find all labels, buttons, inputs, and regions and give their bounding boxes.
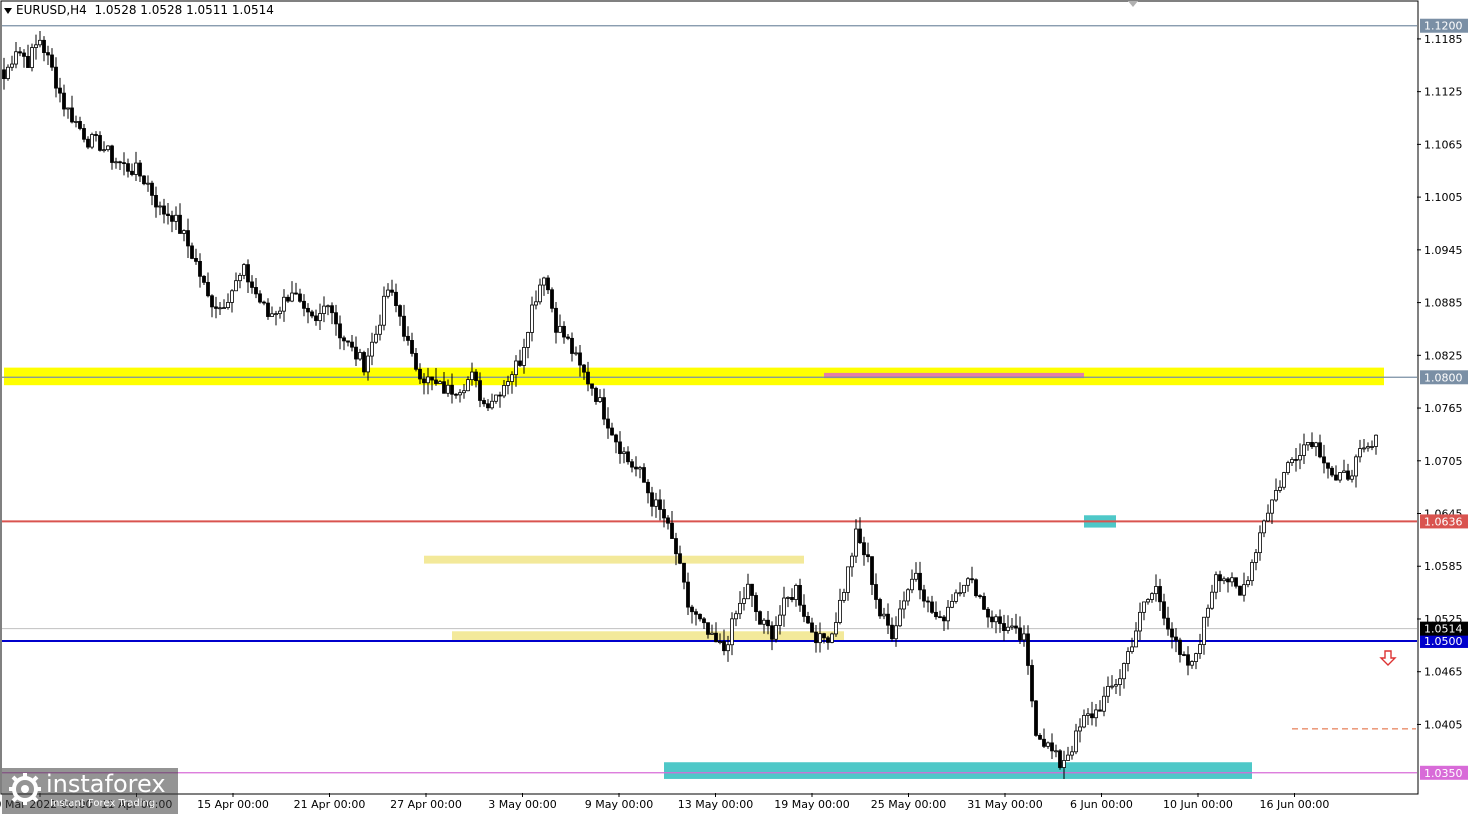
y-tick-label: 1.1185 (1424, 33, 1463, 46)
candle (974, 578, 978, 598)
x-tick-label: 13 May 00:00 (678, 798, 753, 811)
y-tick-label: 1.0825 (1424, 349, 1463, 362)
x-tick-label: 9 May 00:00 (585, 798, 653, 811)
x-tick-label: 27 Apr 00:00 (390, 798, 462, 811)
candle (1030, 659, 1034, 708)
candle (1238, 585, 1242, 596)
y-tick-label: 1.0705 (1424, 455, 1463, 468)
candle (758, 610, 762, 625)
candle (830, 632, 834, 644)
gear-logo-icon (9, 773, 41, 805)
brand-logo: instaforex Instant Forex Trading (2, 768, 178, 814)
candle (362, 350, 366, 376)
candle (30, 43, 34, 72)
plot-area (0, 0, 1419, 795)
candle (1282, 471, 1286, 490)
y-tick-label: 1.0765 (1424, 402, 1463, 415)
candle (550, 287, 554, 313)
price-tag-text: 1.1200 (1424, 20, 1463, 33)
x-tick-label: 3 May 00:00 (488, 798, 556, 811)
price-tag-text: 1.0800 (1424, 371, 1463, 384)
price-tag-text: 1.0636 (1424, 515, 1463, 528)
x-tick-label: 21 Apr 00:00 (294, 798, 366, 811)
candle (878, 597, 882, 619)
x-tick-label: 15 Apr 00:00 (197, 798, 269, 811)
y-tick-label: 1.1125 (1424, 86, 1463, 99)
price-tag-text: 1.0500 (1424, 635, 1463, 648)
x-tick-label: 10 Jun 00:00 (1163, 798, 1233, 811)
dropdown-triangle-icon[interactable] (4, 7, 12, 14)
y-tick-label: 1.0945 (1424, 244, 1463, 257)
x-tick-label: 25 May 00:00 (871, 798, 946, 811)
y-tick-label: 1.0405 (1424, 718, 1463, 731)
y-tick-label: 1.1005 (1424, 191, 1463, 204)
price-tag-text: 1.0350 (1424, 767, 1463, 780)
x-tick-label: 31 May 00:00 (967, 798, 1042, 811)
x-tick-label: 19 May 00:00 (774, 798, 849, 811)
price-chart[interactable]: 1.1185 1.1125 1.1065 1.1005 1.0945 1.0885 1.08… (0, 0, 1474, 814)
candle (6, 64, 10, 81)
y-tick-label: 1.0885 (1424, 297, 1463, 310)
candle (1034, 699, 1038, 737)
zone-pale-1.0510 (452, 631, 844, 641)
zone-yellow-1.0800 (4, 367, 1384, 386)
candle (1058, 749, 1062, 770)
current-price-text: 1.0514 (1424, 623, 1463, 636)
candle (142, 175, 146, 186)
symbol-info: EURUSD,H4 (16, 3, 87, 17)
x-tick-label: 6 Jun 00:00 (1070, 798, 1133, 811)
y-tick-label: 1.1065 (1424, 138, 1463, 151)
candle (1286, 460, 1290, 475)
y-tick-label: 1.0465 (1424, 666, 1463, 679)
candle (90, 132, 94, 150)
y-tick-label: 1.0585 (1424, 560, 1463, 573)
zone-pale-1.0590 (424, 555, 804, 564)
chart-header: EURUSD,H4 1.0528 1.0528 1.0511 1.0514 (4, 3, 274, 17)
zone-teal-1.0350 (664, 762, 1252, 779)
x-tick-label: 16 Jun 00:00 (1260, 798, 1330, 811)
brand-tagline: Instant Forex Trading (50, 798, 156, 809)
ohlc-values: 1.0528 1.0528 1.0511 1.0514 (94, 3, 274, 17)
brand-name: instaforex (46, 770, 166, 798)
